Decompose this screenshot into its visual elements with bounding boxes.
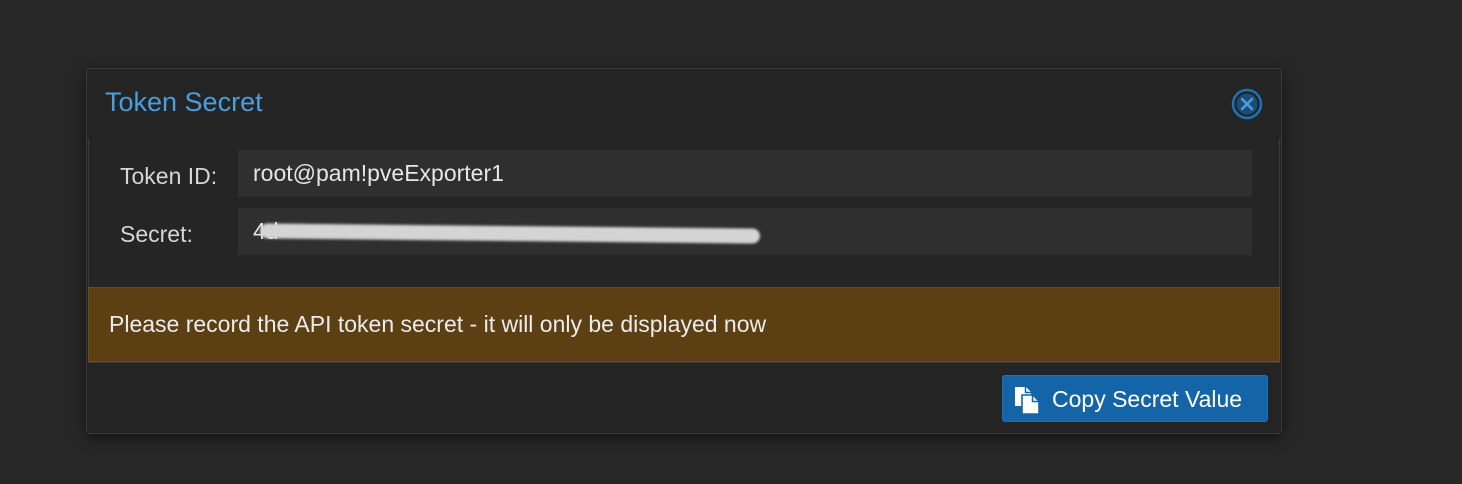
dialog-header: Token Secret bbox=[87, 69, 1281, 140]
token-secret-dialog: Token Secret Token ID: root@pam!pveExpor… bbox=[86, 68, 1282, 434]
copy-icon bbox=[1015, 387, 1040, 415]
warning-text: Please record the API token secret - it … bbox=[109, 311, 767, 337]
close-button[interactable] bbox=[1231, 88, 1263, 120]
close-circle-icon bbox=[1231, 88, 1263, 120]
copy-secret-label: Copy Secret Value bbox=[1052, 386, 1243, 412]
dialog-title: Token Secret bbox=[105, 87, 263, 117]
copy-secret-button[interactable]: Copy Secret Value bbox=[1002, 375, 1268, 422]
dialog-footer: Copy Secret Value bbox=[88, 362, 1280, 433]
token-fields-panel: Token ID: root@pam!pveExporter1 Secret: … bbox=[88, 139, 1280, 287]
warning-banner: Please record the API token secret - it … bbox=[88, 287, 1280, 362]
secret-label: Secret: bbox=[120, 221, 193, 247]
token-id-label: Token ID: bbox=[120, 163, 218, 189]
token-id-field[interactable]: root@pam!pveExporter1 bbox=[238, 150, 1252, 197]
redaction-mark bbox=[259, 223, 761, 244]
secret-field[interactable]: 4d bbox=[238, 208, 1252, 255]
